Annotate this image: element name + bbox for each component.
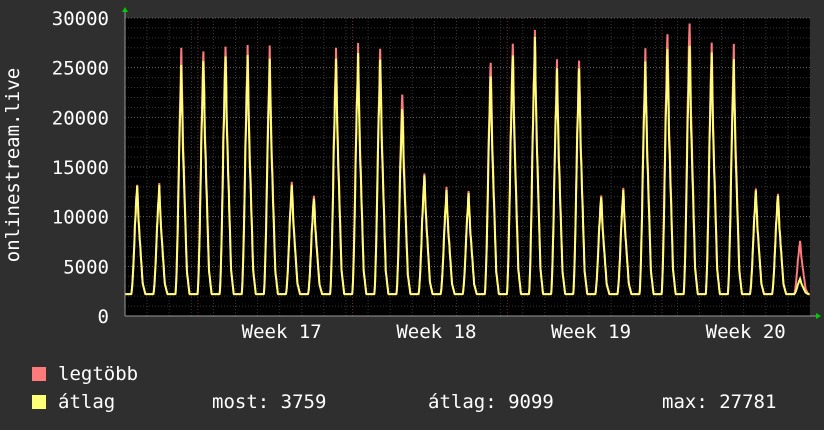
x-tick-label: Week 20 [706, 321, 786, 343]
stat-now: most: 3759 [212, 391, 327, 413]
legend-swatch-avg [32, 395, 46, 409]
y-tick-label: 20000 [52, 107, 109, 129]
x-tick-label: Week 17 [242, 321, 322, 343]
legend-label-max: legtöbb [58, 363, 139, 385]
x-axis-arrow [816, 313, 821, 319]
y-tick-label: 25000 [52, 58, 109, 80]
stat-average: átlag: 9099 [428, 391, 554, 413]
y-tick-label: 15000 [52, 157, 109, 179]
legend-item-avg: átlag [32, 391, 115, 413]
x-tick-label: Week 18 [396, 321, 476, 343]
legend-swatch-max [32, 367, 46, 381]
y-axis-arrow [122, 7, 128, 12]
y-axis-label: onlinestream.live [2, 68, 24, 262]
y-tick-label: 30000 [52, 8, 109, 30]
x-tick-label: Week 19 [551, 321, 631, 343]
y-tick-label: 10000 [52, 207, 109, 229]
y-tick-label: 5000 [63, 256, 109, 278]
legend-label-avg: átlag [58, 391, 116, 413]
legend-item-max: legtöbb [32, 363, 138, 385]
y-tick-label: 0 [98, 306, 109, 328]
stat-max: max: 27781 [662, 391, 777, 413]
